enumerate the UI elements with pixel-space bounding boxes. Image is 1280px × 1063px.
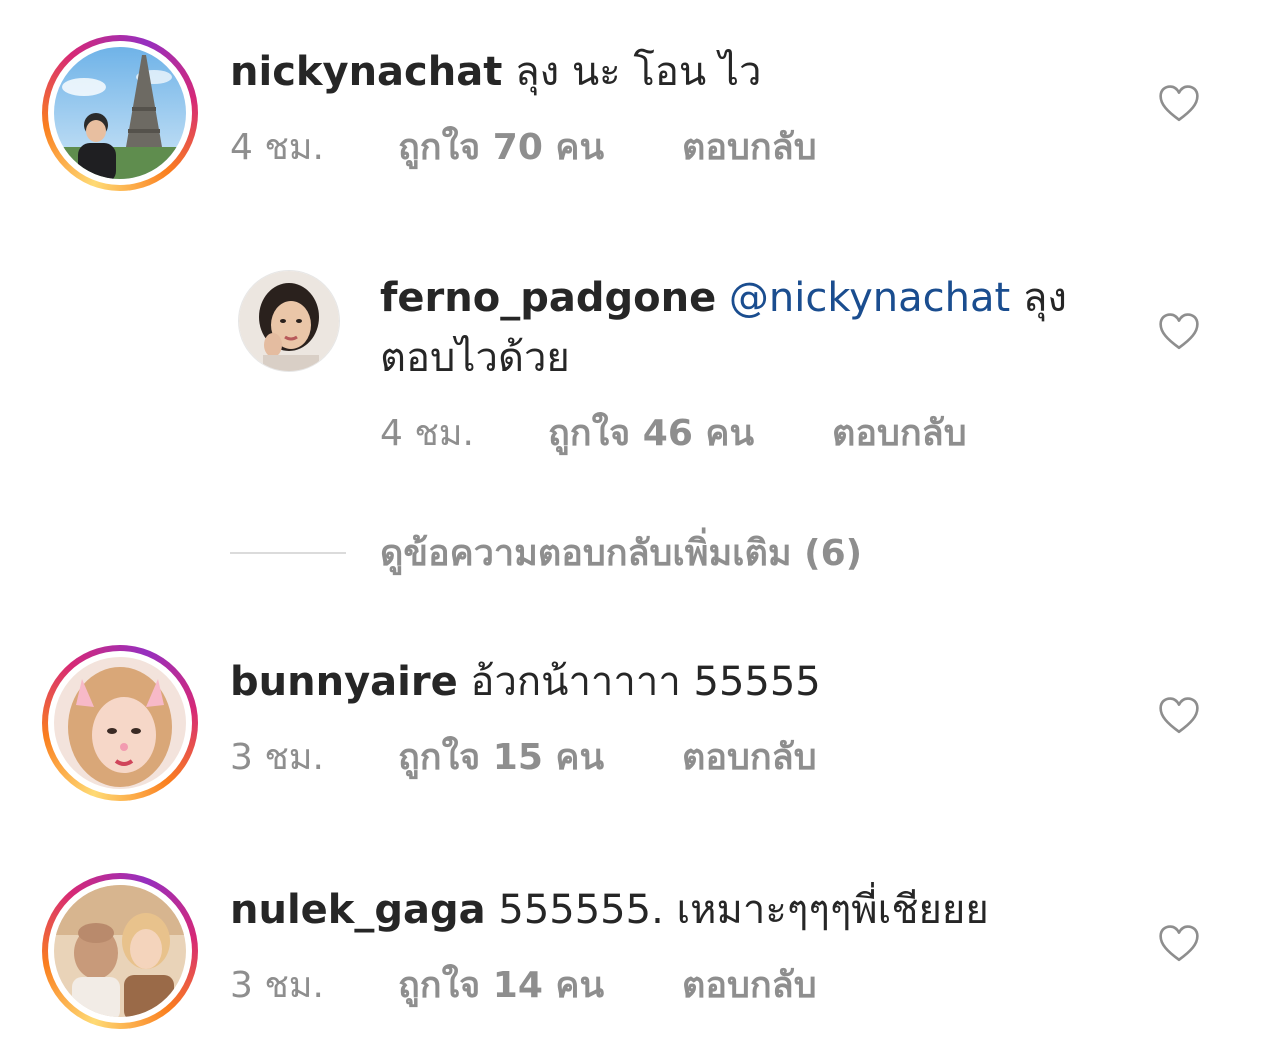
username[interactable]: nulek_gaga: [230, 887, 486, 933]
heart-icon[interactable]: [1158, 924, 1200, 964]
avatar-photo: [54, 657, 186, 789]
comment-meta: 4 ชม. ถูกใจ 46 คน ตอบกลับ: [380, 412, 1080, 456]
avatar-photo: [54, 885, 186, 1017]
username[interactable]: nickynachat: [230, 49, 502, 95]
reply-item: ferno_padgone @nickynachat ลุง ตอบไวด้วย…: [0, 240, 1280, 480]
divider-line: [230, 552, 346, 554]
avatar-photo: [54, 47, 186, 179]
likes-count[interactable]: ถูกใจ 14 คน: [398, 964, 604, 1008]
avatar[interactable]: [54, 657, 186, 789]
reply-button[interactable]: ตอบกลับ: [682, 126, 817, 170]
comment-meta: 4 ชม. ถูกใจ 70 คน ตอบกลับ: [230, 126, 930, 170]
timestamp: 3 ชม.: [230, 965, 324, 1006]
heart-icon[interactable]: [1158, 84, 1200, 124]
username[interactable]: ferno_padgone: [380, 275, 716, 321]
comment-body: 555555. เหมาะๆๆๆพี่เชียยย: [498, 887, 989, 933]
comment-meta: 3 ชม. ถูกใจ 15 คน ตอบกลับ: [230, 736, 930, 780]
comment-body: อ้วกน้าาาาา 55555: [470, 659, 821, 705]
timestamp: 4 ชม.: [230, 127, 324, 168]
likes-count[interactable]: ถูกใจ 70 คน: [398, 126, 604, 170]
view-more-replies-label: ดูข้อความตอบกลับเพิ่มเติม (6): [380, 533, 863, 574]
comment-text: bunnyaire อ้วกน้าาาาา 55555: [230, 656, 821, 708]
username[interactable]: bunnyaire: [230, 659, 458, 705]
comment-item: bunnyaire อ้วกน้าาาาา 55555 3 ชม. ถูกใจ …: [0, 610, 1280, 810]
timestamp: 3 ชม.: [230, 737, 324, 778]
avatar[interactable]: [238, 270, 340, 372]
comment-body: ลุง นะ โอน ไว: [515, 49, 762, 95]
reply-text-line-1: ferno_padgone @nickynachat ลุง: [380, 272, 1067, 324]
avatar[interactable]: [54, 885, 186, 1017]
timestamp: 4 ชม.: [380, 413, 474, 454]
comment-text: nulek_gaga 555555. เหมาะๆๆๆพี่เชียยย: [230, 884, 989, 936]
reply-button[interactable]: ตอบกลับ: [682, 736, 817, 780]
comment-item: nulek_gaga 555555. เหมาะๆๆๆพี่เชียยย 3 ช…: [0, 838, 1280, 1038]
likes-count[interactable]: ถูกใจ 46 คน: [548, 412, 754, 456]
reply-button[interactable]: ตอบกลับ: [832, 412, 967, 456]
comment-body: ลุง: [1022, 275, 1067, 321]
avatar-photo: [239, 271, 339, 371]
comment-body-continued: ตอบไวด้วย: [380, 335, 570, 381]
comment-item: nickynachat ลุง นะ โอน ไว 4 ชม. ถูกใจ 70…: [0, 0, 1280, 200]
heart-icon[interactable]: [1158, 696, 1200, 736]
comment-meta: 3 ชม. ถูกใจ 14 คน ตอบกลับ: [230, 964, 930, 1008]
reply-text-line-2: ตอบไวด้วย: [380, 332, 570, 384]
heart-icon[interactable]: [1158, 312, 1200, 352]
comment-text: nickynachat ลุง นะ โอน ไว: [230, 46, 762, 98]
mention-link[interactable]: @nickynachat: [729, 275, 1010, 321]
avatar[interactable]: [54, 47, 186, 179]
reply-button[interactable]: ตอบกลับ: [682, 964, 817, 1008]
likes-count[interactable]: ถูกใจ 15 คน: [398, 736, 604, 780]
